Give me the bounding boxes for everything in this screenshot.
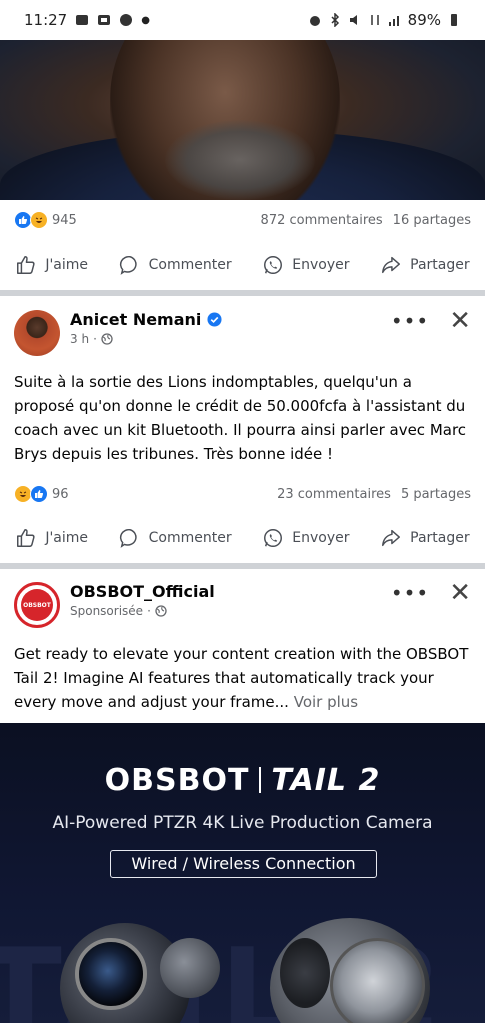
like-reaction-icon [30,485,48,503]
post-stats: 945 872 commentaires 16 partages [14,205,471,235]
send-label: Envoyer [292,530,350,546]
whatsapp-icon [264,529,283,547]
battery-icon [451,14,457,26]
share-label: Partager [410,257,470,273]
like-icon [17,529,35,547]
whatsapp-icon [264,256,283,274]
share-button[interactable]: Partager [380,254,470,276]
post-separator [0,563,485,569]
reactions-count[interactable]: 945 [52,213,77,228]
avatar[interactable] [14,310,60,356]
like-label: J'aime [45,530,89,546]
shares-count[interactable]: 5 partages [401,487,471,502]
post-header: Anicet Nemani 3 h · ••• ✕ [14,308,471,356]
alarm-icon [309,16,320,26]
status-bar: 11:27 ● 89% [0,0,485,40]
close-icon[interactable]: ✕ [449,580,471,606]
comment-label: Commenter [148,257,232,273]
like-button[interactable]: J'aime [15,254,88,276]
post-photo[interactable] [0,40,485,200]
signal-icon [388,16,399,26]
post-text: Get ready to elevate your content creati… [14,642,471,714]
comment-icon [119,529,137,548]
dot-icon: ● [141,14,150,26]
notification-icon [98,15,111,25]
ad-tagline: AI-Powered PTZR 4K Live Production Camer… [52,813,433,833]
see-more-link[interactable]: Voir plus [294,693,358,711]
shares-count[interactable]: 16 partages [393,213,471,228]
ad-image[interactable]: TAIL 2 OBSBOT TAIL 2 AI-Powered PTZR 4K L… [0,723,485,1023]
share-icon [382,256,401,274]
ad-text: Get ready to elevate your content creati… [14,645,469,711]
ad-brand: OBSBOT TAIL 2 [0,763,485,798]
more-icon[interactable]: ••• [391,311,429,331]
post-actions: J'aime Commenter Envoyer Partager [0,516,485,560]
like-label: J'aime [45,257,89,273]
send-button[interactable]: Envoyer [262,527,350,549]
avatar[interactable]: OBSBOT [14,582,60,628]
share-button[interactable]: Partager [380,527,470,549]
send-button[interactable]: Envoyer [262,254,350,276]
ad-feature-pill: Wired / Wireless Connection [110,850,377,878]
product-name: TAIL 2 [271,763,381,798]
globe-icon [101,333,113,345]
share-label: Partager [410,530,470,546]
globe-icon [155,605,167,617]
send-label: Envoyer [292,257,350,273]
data-icon [370,15,379,25]
notification-icon [76,15,89,25]
comment-button[interactable]: Commenter [119,254,232,276]
messenger-icon [120,14,133,26]
author-name[interactable]: OBSBOT_Official [70,582,215,601]
bluetooth-icon [331,13,339,27]
like-icon [17,256,35,274]
mute-icon [349,15,357,25]
status-time: 11:27 [24,11,68,29]
reactions-count[interactable]: 96 [52,487,69,502]
post-time[interactable]: 3 h [70,332,89,346]
comment-icon [119,256,137,275]
post-actions: J'aime Commenter Envoyer Partager [0,243,485,287]
brand-name: OBSBOT [104,763,250,798]
haha-reaction-icon [30,211,48,229]
comments-count[interactable]: 872 commentaires [261,213,383,228]
comment-label: Commenter [148,530,232,546]
author-name[interactable]: Anicet Nemani [70,310,201,329]
close-icon[interactable]: ✕ [449,308,471,334]
post-text: Suite à la sortie des Lions indomptables… [14,373,467,463]
sponsored-label[interactable]: Sponsorisée [70,604,143,618]
comment-button[interactable]: Commenter [119,527,232,549]
like-button[interactable]: J'aime [15,527,88,549]
share-icon [382,529,401,547]
avatar-logo-text: OBSBOT [21,589,53,621]
comments-count[interactable]: 23 commentaires [277,487,391,502]
verified-icon [207,312,222,327]
post-header: OBSBOT OBSBOT_Official Sponsorisée · •••… [14,580,471,628]
battery-level: 89% [407,11,441,29]
post-stats: 96 23 commentaires 5 partages [14,479,471,509]
more-icon[interactable]: ••• [391,583,429,603]
post-separator [0,290,485,296]
